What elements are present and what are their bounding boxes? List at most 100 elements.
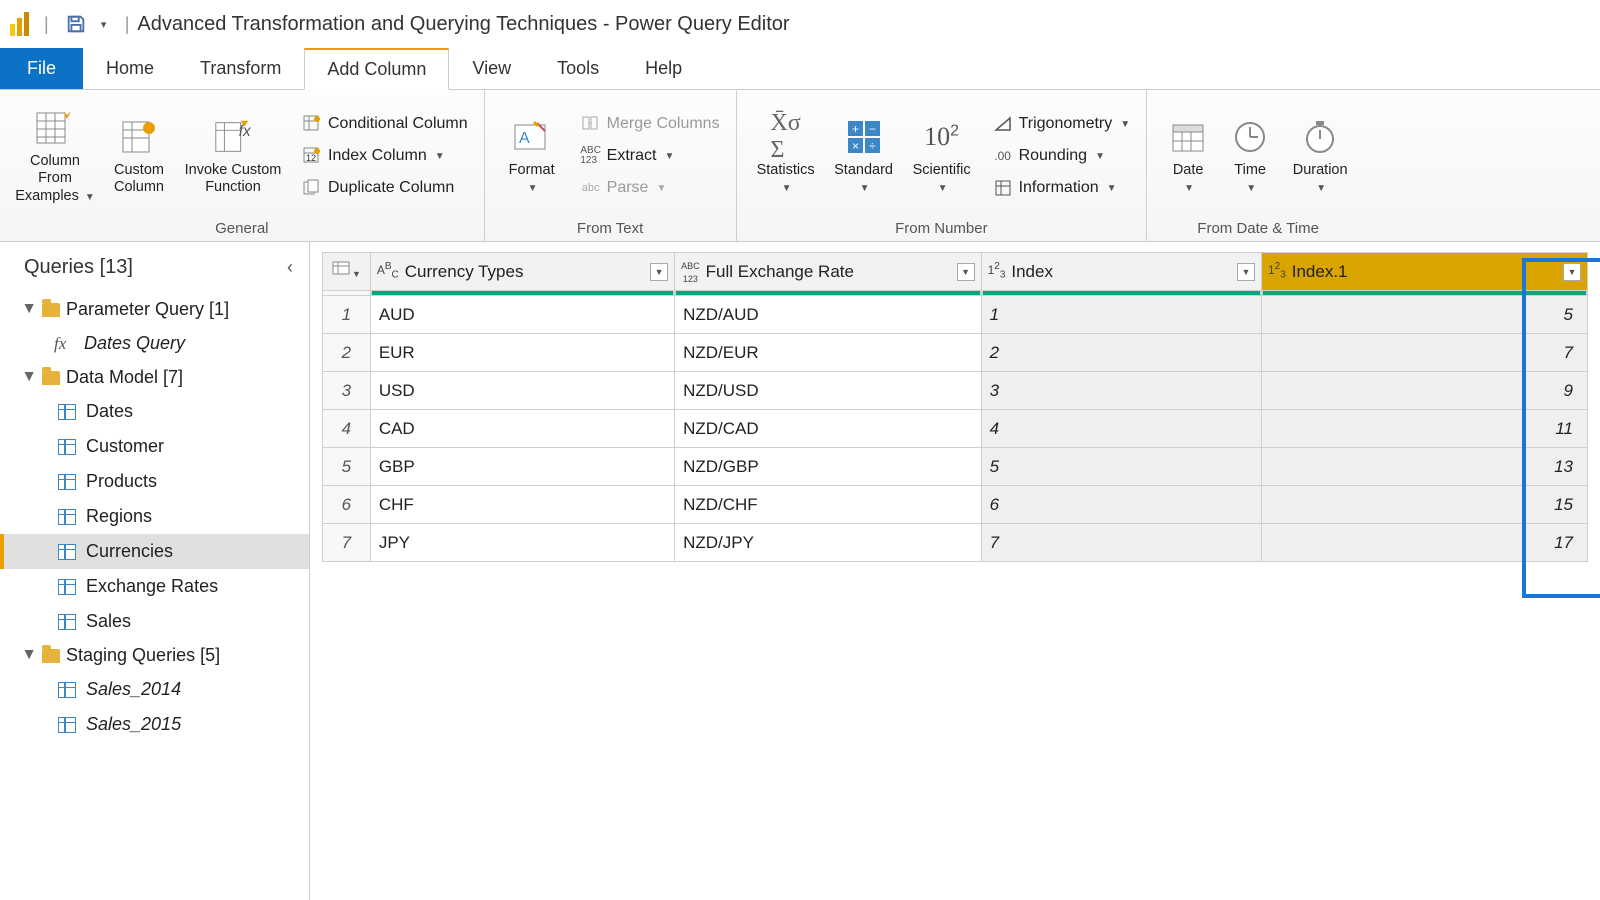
table-row[interactable]: 2 EUR NZD/EUR 2 7	[323, 334, 1588, 372]
tree-group[interactable]: ▶Data Model [7]	[0, 361, 309, 394]
tree-group[interactable]: ▶Parameter Query [1]	[0, 293, 309, 326]
cell[interactable]: CAD	[370, 410, 674, 448]
cell[interactable]: NZD/CHF	[675, 486, 981, 524]
cell[interactable]: 13	[1261, 448, 1587, 486]
rounding-button[interactable]: .00 Rounding ▼	[987, 143, 1137, 169]
table-row[interactable]: 3 USD NZD/USD 3 9	[323, 372, 1588, 410]
tab-view[interactable]: View	[449, 48, 534, 89]
qat-customize-button[interactable]: ▾	[91, 11, 117, 37]
cell[interactable]: 15	[1261, 486, 1587, 524]
column-header[interactable]: 123Index▼	[981, 253, 1261, 291]
tree-item[interactable]: Products	[0, 464, 309, 499]
cell[interactable]: NZD/USD	[675, 372, 981, 410]
tree-item[interactable]: Exchange Rates	[0, 569, 309, 604]
cell[interactable]: CHF	[370, 486, 674, 524]
trigonometry-button[interactable]: Trigonometry ▼	[987, 111, 1137, 137]
standard-button[interactable]: +−×÷ Standard▼	[825, 112, 903, 201]
filter-button[interactable]: ▼	[1237, 263, 1255, 281]
dropdown-arrow-icon: ▼	[1316, 183, 1326, 194]
main-area: Queries [13] ‹ ▶Parameter Query [1]fxDat…	[0, 242, 1600, 900]
column-header[interactable]: ABC123Full Exchange Rate▼	[675, 253, 981, 291]
grid-corner[interactable]: ▼	[323, 253, 371, 291]
column-header[interactable]: 123Index.1▼	[1261, 253, 1587, 291]
cell[interactable]: AUD	[370, 296, 674, 334]
group-label-from-number: From Number	[747, 218, 1137, 239]
tree-item[interactable]: Regions	[0, 499, 309, 534]
table-row[interactable]: 5 GBP NZD/GBP 5 13	[323, 448, 1588, 486]
app-logo	[8, 10, 36, 38]
tree-item[interactable]: Dates	[0, 394, 309, 429]
tree-item[interactable]: Sales_2014	[0, 672, 309, 707]
conditional-column-button[interactable]: Conditional Column	[296, 111, 474, 137]
cell[interactable]: 9	[1261, 372, 1587, 410]
title-divider: |	[125, 14, 130, 35]
column-from-examples-button[interactable]: Column From Examples ▼	[10, 103, 100, 209]
filter-button[interactable]: ▼	[1563, 263, 1581, 281]
svg-text:−: −	[869, 122, 876, 136]
cell[interactable]: EUR	[370, 334, 674, 372]
data-grid[interactable]: ▼ABCCurrency Types▼ABC123Full Exchange R…	[322, 252, 1588, 562]
filter-button[interactable]: ▼	[650, 263, 668, 281]
queries-tree: ▶Parameter Query [1]fxDates Query▶Data M…	[0, 293, 309, 742]
tree-item[interactable]: Customer	[0, 429, 309, 464]
cell[interactable]: 3	[981, 372, 1261, 410]
cell[interactable]: GBP	[370, 448, 674, 486]
tree-item[interactable]: Sales	[0, 604, 309, 639]
cell[interactable]: NZD/JPY	[675, 524, 981, 562]
invoke-custom-function-button[interactable]: fx Invoke Custom Function	[178, 112, 288, 201]
filter-button[interactable]: ▼	[957, 263, 975, 281]
cell[interactable]: 2	[981, 334, 1261, 372]
cell[interactable]: 5	[1261, 296, 1587, 334]
cell[interactable]: NZD/EUR	[675, 334, 981, 372]
duration-button[interactable]: Duration▼	[1281, 112, 1359, 201]
cell[interactable]: NZD/CAD	[675, 410, 981, 448]
tree-item[interactable]: Sales_2015	[0, 707, 309, 742]
scientific-button[interactable]: 102 Scientific▼	[903, 112, 981, 201]
scientific-label: Scientific	[913, 162, 971, 178]
table-row[interactable]: 6 CHF NZD/CHF 6 15	[323, 486, 1588, 524]
tab-file[interactable]: File	[0, 48, 83, 89]
index-column-button[interactable]: 12 Index Column ▼	[296, 143, 474, 169]
tree-group[interactable]: ▶Staging Queries [5]	[0, 639, 309, 672]
cell[interactable]: 1	[981, 296, 1261, 334]
collapse-pane-button[interactable]: ‹	[287, 257, 293, 278]
cell[interactable]: 17	[1261, 524, 1587, 562]
tab-transform[interactable]: Transform	[177, 48, 304, 89]
queries-pane: Queries [13] ‹ ▶Parameter Query [1]fxDat…	[0, 242, 310, 900]
cell[interactable]: USD	[370, 372, 674, 410]
cell[interactable]: 6	[981, 486, 1261, 524]
table-row[interactable]: 1 AUD NZD/AUD 1 5	[323, 296, 1588, 334]
conditional-column-icon	[302, 114, 322, 134]
date-button[interactable]: Date▼	[1157, 112, 1219, 201]
tab-tools[interactable]: Tools	[534, 48, 622, 89]
cell[interactable]: NZD/GBP	[675, 448, 981, 486]
tab-help[interactable]: Help	[622, 48, 705, 89]
cell[interactable]: 7	[1261, 334, 1587, 372]
cell[interactable]: 7	[981, 524, 1261, 562]
folder-icon	[42, 303, 60, 317]
tab-add-column[interactable]: Add Column	[304, 48, 449, 90]
cell[interactable]: 4	[981, 410, 1261, 448]
save-button[interactable]	[63, 11, 89, 37]
statistics-button[interactable]: X̄σΣ Statistics▼	[747, 112, 825, 201]
extract-button[interactable]: ABC123 Extract ▼	[575, 143, 726, 169]
tree-item[interactable]: fxDates Query	[0, 326, 309, 361]
information-button[interactable]: Information ▼	[987, 175, 1137, 201]
tree-item[interactable]: Currencies	[0, 534, 309, 569]
item-label: Customer	[86, 436, 164, 457]
cell[interactable]: NZD/AUD	[675, 296, 981, 334]
column-header[interactable]: ABCCurrency Types▼	[370, 253, 674, 291]
cell[interactable]: 11	[1261, 410, 1587, 448]
duplicate-column-button[interactable]: Duplicate Column	[296, 175, 474, 201]
row-number: 2	[323, 334, 371, 372]
custom-column-button[interactable]: Custom Column	[100, 112, 178, 201]
format-button[interactable]: A Format▼	[495, 112, 569, 201]
cell[interactable]: 5	[981, 448, 1261, 486]
table-row[interactable]: 7 JPY NZD/JPY 7 17	[323, 524, 1588, 562]
table-icon	[58, 717, 76, 733]
time-button[interactable]: Time▼	[1219, 112, 1281, 201]
table-row[interactable]: 4 CAD NZD/CAD 4 11	[323, 410, 1588, 448]
invoke-custom-function-label: Invoke Custom Function	[180, 162, 286, 197]
cell[interactable]: JPY	[370, 524, 674, 562]
tab-home[interactable]: Home	[83, 48, 177, 89]
